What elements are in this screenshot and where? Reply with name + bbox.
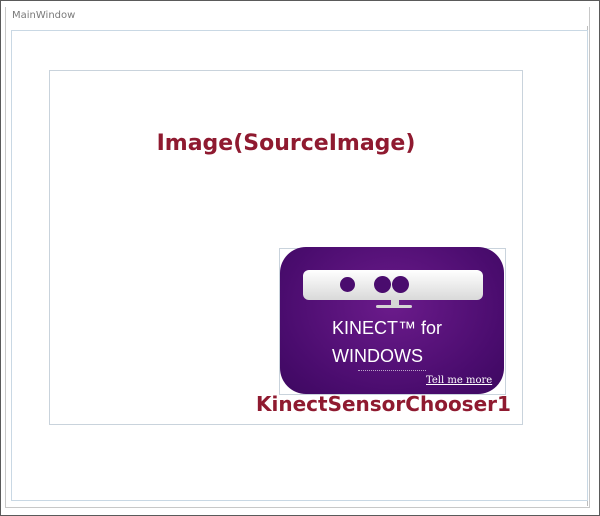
kinect-sensor-icon bbox=[303, 270, 483, 300]
sensor-lens-icon bbox=[374, 276, 391, 293]
sensor-base-icon bbox=[376, 305, 412, 308]
kinect-chooser-label: KinectSensorChooser1 bbox=[256, 392, 511, 416]
windows-brand-text: WINDOWS bbox=[332, 346, 423, 366]
tell-me-more-link[interactable]: Tell me more bbox=[426, 375, 492, 386]
status-dots bbox=[358, 370, 426, 371]
source-image-label: Image(SourceImage) bbox=[156, 131, 416, 156]
sensor-lens-icon bbox=[340, 277, 355, 292]
kinect-brand-text: KINECT™ for bbox=[332, 318, 443, 338]
sensor-lens-icon bbox=[392, 276, 409, 293]
kinect-sensor-chooser[interactable]: KINECT™ for WINDOWS Tell me more bbox=[280, 247, 504, 394]
